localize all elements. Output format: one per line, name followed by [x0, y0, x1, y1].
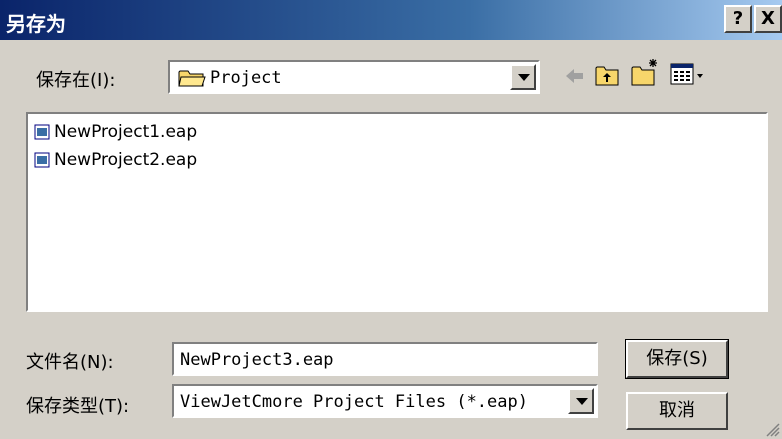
save-in-value: Project [210, 68, 282, 88]
up-folder-icon[interactable] [594, 62, 620, 88]
save-button[interactable]: 保存(S) [625, 339, 729, 379]
filename-label: 文件名(N): [26, 352, 114, 373]
filetype-combo[interactable]: ViewJetCmore Project Files (*.eap) [172, 384, 598, 418]
chevron-down-icon[interactable] [510, 64, 536, 90]
filetype-label: 保存类型(T): [26, 396, 130, 417]
resize-grip-icon[interactable] [764, 421, 780, 437]
save-as-dialog: 另存为 ? X 保存在(I): Project NewProject1.eap … [0, 0, 782, 439]
save-in-label: 保存在(I): [36, 70, 116, 91]
filename-value: NewProject3.eap [180, 350, 334, 370]
list-item[interactable]: NewProject1.eap [34, 120, 197, 144]
view-menu-icon[interactable] [670, 62, 706, 88]
eap-file-icon [34, 152, 50, 168]
filetype-value: ViewJetCmore Project Files (*.eap) [180, 392, 528, 412]
back-arrow-icon[interactable] [562, 64, 586, 88]
close-button[interactable]: X [754, 5, 782, 33]
cancel-button[interactable]: 取消 [626, 392, 728, 430]
file-list[interactable]: NewProject1.eap NewProject2.eap [26, 112, 768, 312]
dialog-title: 另存为 [6, 12, 66, 36]
folder-icon [178, 70, 206, 87]
eap-file-icon [34, 124, 50, 140]
filename-input[interactable]: NewProject3.eap [172, 342, 598, 376]
help-button[interactable]: ? [724, 5, 752, 33]
list-item[interactable]: NewProject2.eap [34, 148, 197, 172]
chevron-down-icon[interactable] [568, 388, 594, 414]
file-name: NewProject1.eap [54, 122, 198, 142]
new-folder-icon[interactable] [630, 58, 660, 88]
file-name: NewProject2.eap [54, 150, 198, 170]
title-bar[interactable]: 另存为 ? X [0, 0, 782, 40]
save-in-combo[interactable]: Project [168, 60, 540, 94]
